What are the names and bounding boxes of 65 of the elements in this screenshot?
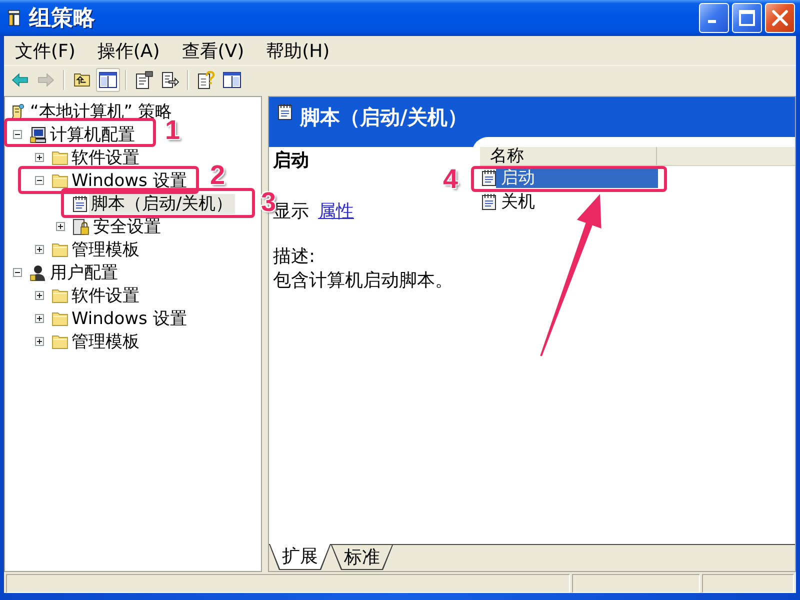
collapse-icon[interactable] (34, 176, 44, 185)
expand-icon[interactable] (34, 245, 44, 254)
folder-icon (52, 242, 68, 256)
tree-item[interactable]: 软件设置 (70, 148, 142, 168)
step-number: 2 (210, 162, 226, 189)
tree-item[interactable]: 脚本（启动/关机） (89, 194, 235, 214)
list-item[interactable]: 启动 (496, 168, 658, 188)
tree-item[interactable]: 管理模板 (70, 240, 142, 260)
description-text: 包含计算机启动脚本。 (273, 269, 453, 293)
menu-item[interactable]: 文件(F) (10, 38, 80, 64)
folder-icon (52, 312, 68, 326)
folder-icon (52, 150, 68, 164)
close-icon (772, 10, 788, 26)
help-icon (197, 71, 215, 89)
notepad-icon (482, 170, 496, 186)
maximize-icon (739, 10, 755, 26)
computer-icon (30, 126, 46, 142)
folder-icon (52, 288, 68, 302)
properties-icon (135, 71, 153, 89)
action-pane-icon (223, 72, 241, 88)
minimize-icon (708, 20, 716, 23)
window-title: 组策略 (29, 5, 95, 33)
folder-icon (52, 174, 68, 188)
column-header[interactable]: 名称 (480, 147, 657, 165)
tree-item[interactable]: 管理模板 (70, 332, 142, 352)
minimize-button[interactable] (699, 3, 729, 33)
expand-icon[interactable] (34, 153, 44, 162)
list-item[interactable]: 关机 (496, 192, 535, 212)
close-button[interactable] (765, 3, 795, 33)
padlock-icon (73, 218, 89, 234)
details-title: 脚本（启动/关机） (300, 104, 468, 130)
tree-item[interactable]: 计算机配置 (48, 124, 137, 144)
properties-link[interactable]: 属性 (318, 200, 354, 224)
folder-icon (52, 334, 68, 348)
tree-item[interactable]: 软件设置 (70, 286, 142, 306)
tree-item[interactable]: Windows 设置 (70, 170, 189, 190)
menu-item[interactable]: 查看(V) (176, 38, 250, 64)
view-tab[interactable]: 标准 (331, 545, 393, 570)
app-icon (8, 10, 20, 26)
expand-icon[interactable] (34, 291, 44, 300)
tree-pane-icon (99, 72, 117, 88)
item-title: 启动 (273, 149, 309, 173)
view-tab[interactable]: 扩展 (269, 544, 331, 570)
tree-item[interactable]: 用户配置 (48, 262, 120, 282)
step-number: 1 (165, 117, 180, 144)
collapse-icon[interactable] (13, 268, 22, 277)
expand-icon[interactable] (56, 222, 65, 231)
user-icon (30, 264, 46, 280)
scroll-icon (10, 104, 24, 120)
menu-item[interactable]: 帮助(H) (261, 38, 335, 64)
notepad-icon (73, 196, 87, 212)
notepad-icon (278, 104, 292, 120)
collapse-icon[interactable] (13, 130, 22, 139)
tree-item[interactable]: Windows 设置 (70, 308, 189, 328)
show-tree-button[interactable] (96, 68, 120, 92)
tree-item[interactable]: 安全设置 (91, 216, 163, 236)
expand-icon[interactable] (34, 314, 44, 323)
export-list-icon (161, 72, 179, 88)
step-number: 4 (443, 166, 458, 193)
expand-icon[interactable] (34, 337, 44, 346)
description-label: 描述: (273, 245, 316, 269)
maximize-button[interactable] (732, 3, 762, 33)
menu-item[interactable]: 操作(A) (92, 38, 165, 64)
up-folder-icon (73, 73, 91, 87)
notepad-icon (482, 194, 496, 210)
